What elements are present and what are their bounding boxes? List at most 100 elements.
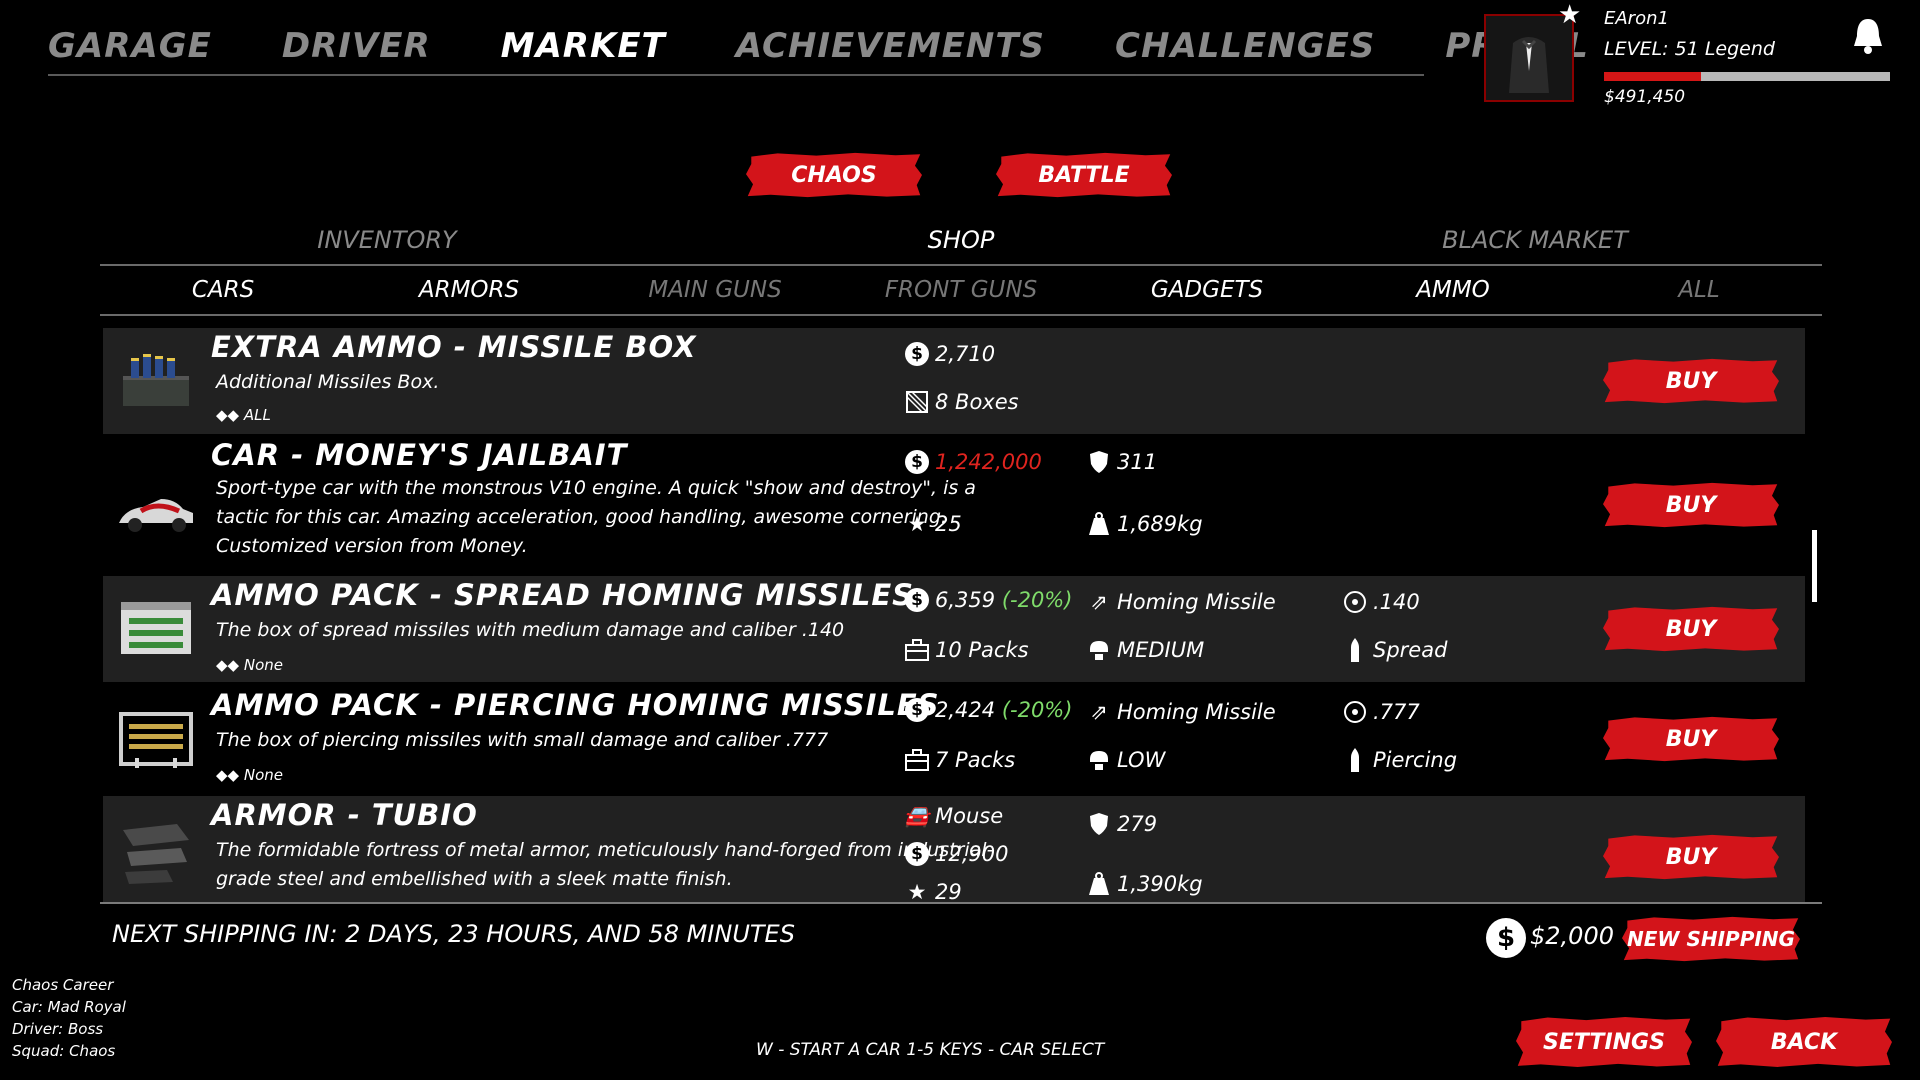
- battle-mode-button[interactable]: BATTLE: [996, 152, 1172, 198]
- settings-button[interactable]: SETTINGS: [1516, 1017, 1692, 1067]
- missile-icon: ⇗: [1090, 700, 1108, 724]
- explosion-icon: [1087, 638, 1111, 662]
- item-compatibility: ◆◆ ALL: [216, 406, 271, 424]
- coin-icon: $: [905, 342, 929, 366]
- nav-tab-market[interactable]: MARKET: [501, 26, 666, 66]
- tab-black-market[interactable]: BLACK MARKET: [1248, 218, 1822, 264]
- fire-mode-value: Piercing: [1373, 748, 1458, 772]
- bell-icon[interactable]: [1850, 16, 1886, 56]
- item-price: $2,424 (-20%): [905, 698, 1072, 722]
- car-icon: 🚘: [903, 803, 931, 828]
- buy-button[interactable]: BUY: [1603, 716, 1779, 762]
- discount-value: (-20%): [1001, 588, 1073, 612]
- coin-icon: $: [905, 450, 929, 474]
- nav-tab-challenges[interactable]: CHALLENGES: [1115, 26, 1375, 66]
- discount-value: (-20%): [1001, 698, 1073, 722]
- armor-value: 279: [1117, 812, 1158, 836]
- weight-value: 1,689kg: [1117, 512, 1203, 536]
- list-item: AMMO PACK - SPREAD HOMING MISSILES The b…: [103, 576, 1805, 682]
- compatibility-value: None: [243, 766, 283, 784]
- nav-tab-driver[interactable]: DRIVER: [282, 26, 431, 66]
- category-ammo[interactable]: AMMO: [1330, 268, 1576, 314]
- item-compatibility: ◆◆ None: [216, 656, 283, 674]
- shield-icon: [1087, 450, 1111, 474]
- item-price: $1,242,000: [905, 450, 1042, 474]
- fire-mode-value: Spread: [1373, 638, 1448, 662]
- bullet-icon: [1343, 638, 1367, 662]
- item-damage: LOW: [1087, 748, 1165, 772]
- weight-value: 1,390kg: [1117, 872, 1203, 896]
- item-quantity: 8 Boxes: [905, 390, 1019, 414]
- back-button[interactable]: BACK: [1716, 1017, 1892, 1067]
- quantity-value: 10 Packs: [935, 638, 1029, 662]
- item-weight: 1,689kg: [1087, 512, 1203, 536]
- bullet-icon: [1343, 748, 1367, 772]
- price-value: 6,359: [935, 588, 996, 612]
- shop-item-list: EXTRA AMMO - MISSILE BOX Additional Miss…: [103, 328, 1805, 902]
- category-armors[interactable]: ARMORS: [346, 268, 592, 314]
- favorite-star-icon: ★: [1558, 0, 1582, 30]
- category-gadgets[interactable]: GADGETS: [1084, 268, 1330, 314]
- xp-progress-bar: [1604, 72, 1890, 81]
- price-value: 2,424: [935, 698, 996, 722]
- item-rating: ★ 29: [905, 880, 962, 902]
- footer-divider: [100, 902, 1822, 904]
- coin-icon: $: [1486, 918, 1526, 958]
- section-tabs: INVENTORY SHOP BLACK MARKET: [100, 218, 1822, 266]
- item-title: CAR - MONEY'S JAILBAIT: [211, 438, 628, 472]
- list-item: AMMO PACK - PIERCING HOMING MISSILES The…: [103, 686, 1805, 792]
- sports-car-thumbnail: [119, 499, 193, 532]
- weight-icon: [1087, 872, 1111, 896]
- item-description: The box of spread missiles with medium d…: [216, 619, 845, 641]
- missile-box-thumbnail: [123, 354, 189, 406]
- quantity-value: 8 Boxes: [935, 390, 1019, 414]
- item-price: $12,900: [905, 842, 1008, 866]
- nav-tab-garage[interactable]: GARAGE: [48, 26, 212, 66]
- star-icon: ★: [907, 880, 927, 902]
- career-car: Car: Mad Royal: [12, 998, 126, 1016]
- buy-button[interactable]: BUY: [1603, 606, 1779, 652]
- item-title: AMMO PACK - PIERCING HOMING MISSILES: [211, 688, 940, 722]
- shipping-cost: $2,000: [1530, 922, 1614, 950]
- nav-tab-achievements[interactable]: ACHIEVEMENTS: [736, 26, 1045, 66]
- pack-icon: [905, 638, 929, 662]
- top-navigation: GARAGE DRIVER MARKET ACHIEVEMENTS CHALLE…: [48, 18, 1588, 76]
- chaos-mode-button[interactable]: CHAOS: [746, 152, 922, 198]
- item-description: Additional Missiles Box.: [216, 371, 440, 393]
- caliber-icon: [1343, 700, 1367, 724]
- new-shipping-button[interactable]: NEW SHIPPING: [1622, 916, 1800, 962]
- category-all[interactable]: ALL: [1576, 268, 1822, 314]
- xp-progress-fill: [1604, 72, 1702, 81]
- career-driver: Driver: Boss: [12, 1020, 104, 1038]
- price-value: 1,242,000: [935, 450, 1042, 474]
- price-value: 12,900: [935, 842, 1009, 866]
- star-icon: ★: [907, 512, 927, 536]
- list-item: ARMOR - TUBIO The formidable fortress of…: [103, 796, 1805, 902]
- item-quantity: 7 Packs: [905, 748, 1015, 772]
- buy-button[interactable]: BUY: [1603, 834, 1779, 880]
- quantity-value: 7 Packs: [935, 748, 1016, 772]
- spread-missile-pack-thumbnail: [121, 602, 191, 654]
- item-description: Sport-type car with the monstrous V10 en…: [216, 477, 976, 557]
- damage-value: LOW: [1117, 748, 1166, 772]
- pack-icon: [905, 748, 929, 772]
- category-cars[interactable]: CARS: [100, 268, 346, 314]
- category-main-guns[interactable]: MAIN GUNS: [592, 268, 838, 314]
- item-title: EXTRA AMMO - MISSILE BOX: [211, 330, 697, 364]
- list-item: CAR - MONEY'S JAILBAIT Sport-type car wi…: [103, 438, 1805, 574]
- item-title: ARMOR - TUBIO: [211, 798, 478, 832]
- item-price: $2,710: [905, 342, 995, 366]
- item-fire-mode: Spread: [1343, 638, 1447, 662]
- buy-button[interactable]: BUY: [1603, 482, 1779, 528]
- rating-value: 29: [935, 880, 962, 902]
- buy-button[interactable]: BUY: [1603, 358, 1779, 404]
- list-scrollbar[interactable]: [1812, 530, 1817, 602]
- player-level: LEVEL: 51 Legend: [1604, 38, 1775, 60]
- tab-shop[interactable]: SHOP: [674, 218, 1248, 264]
- tab-inventory[interactable]: INVENTORY: [100, 218, 674, 264]
- category-front-guns[interactable]: FRONT GUNS: [838, 268, 1084, 314]
- item-weight: 1,390kg: [1087, 872, 1203, 896]
- compatibility-icon: ◆◆: [216, 406, 244, 424]
- list-item: EXTRA AMMO - MISSILE BOX Additional Miss…: [103, 328, 1805, 434]
- player-name: EAron1: [1604, 8, 1669, 29]
